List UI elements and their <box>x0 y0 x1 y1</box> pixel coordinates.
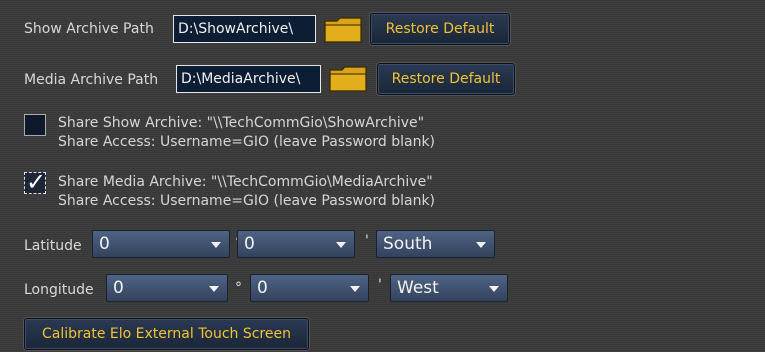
share-show-archive-text: Share Show Archive: "\\TechCommGio\ShowA… <box>58 114 435 152</box>
show-archive-path-label: Show Archive Path <box>24 21 154 37</box>
latitude-minutes-dropdown[interactable]: 0 <box>237 230 355 258</box>
calibrate-touch-screen-button[interactable]: Calibrate Elo External Touch Screen <box>24 318 309 350</box>
latitude-direction-dropdown[interactable]: South <box>376 230 495 258</box>
share-show-access-label: Share Access: Username=GIO (leave Passwo… <box>58 134 436 150</box>
longitude-minutes-value: 0 <box>257 278 268 298</box>
share-media-access-label: Share Access: Username=GIO (leave Passwo… <box>58 193 436 209</box>
share-show-archive-label: Share Show Archive: "\\TechCommGio\ShowA… <box>58 115 425 131</box>
chevron-down-icon <box>350 286 360 292</box>
chevron-down-icon <box>211 242 221 248</box>
minute-symbol: ' <box>365 233 369 249</box>
longitude-minutes-dropdown[interactable]: 0 <box>250 274 369 302</box>
media-archive-path-label: Media Archive Path <box>24 72 159 88</box>
chevron-down-icon <box>489 286 499 292</box>
minute-symbol: ' <box>378 277 382 293</box>
checkmark-icon: ✓ <box>26 168 47 196</box>
longitude-degrees-value: 0 <box>113 278 124 298</box>
share-media-archive-text: Share Media Archive: "\\TechCommGio\Medi… <box>58 173 435 211</box>
latitude-label: Latitude <box>24 238 82 254</box>
latitude-direction-value: South <box>383 234 433 254</box>
latitude-minutes-value: 0 <box>244 234 255 254</box>
folder-icon[interactable] <box>323 15 363 45</box>
media-archive-restore-default-button[interactable]: Restore Default <box>377 63 515 95</box>
longitude-direction-dropdown[interactable]: West <box>390 274 508 302</box>
latitude-degrees-value: 0 <box>99 234 110 254</box>
show-archive-restore-default-button[interactable]: Restore Default <box>370 13 510 45</box>
share-media-archive-checkbox[interactable]: ✓ <box>24 168 46 196</box>
share-media-archive-label: Share Media Archive: "\\TechCommGio\Medi… <box>58 174 433 190</box>
chevron-down-icon <box>336 242 346 248</box>
latitude-degrees-dropdown[interactable]: 0 <box>92 230 230 258</box>
longitude-label: Longitude <box>24 282 94 298</box>
longitude-degrees-dropdown[interactable]: 0 <box>106 274 228 302</box>
folder-icon[interactable] <box>328 64 368 94</box>
degree-symbol: ° <box>235 280 242 296</box>
media-archive-path-input[interactable]: D:\MediaArchive\ <box>176 65 321 93</box>
share-show-archive-checkbox[interactable] <box>24 114 46 136</box>
chevron-down-icon <box>476 242 486 248</box>
longitude-direction-value: West <box>397 278 439 298</box>
chevron-down-icon <box>209 286 219 292</box>
show-archive-path-input[interactable]: D:\ShowArchive\ <box>173 15 316 43</box>
